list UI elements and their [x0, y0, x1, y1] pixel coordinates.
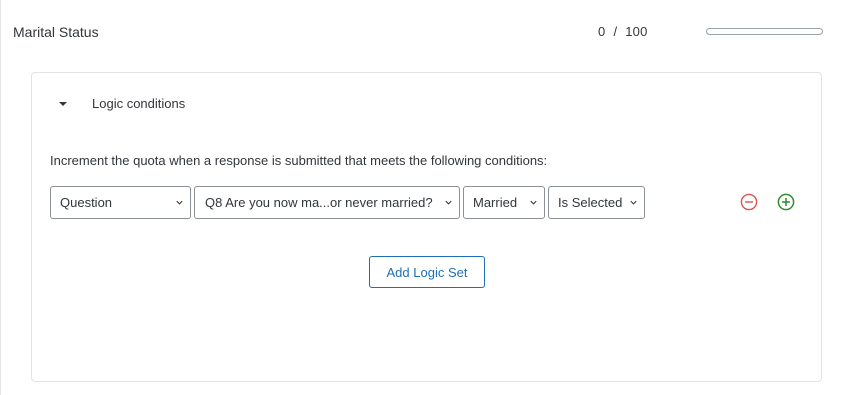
condition-question-select[interactable]: Q8 Are you now ma...or never married? [194, 186, 460, 219]
quota-card: Marital Status 0 / 100 Logic conditions In… [0, 0, 850, 395]
condition-operator-select[interactable]: Is Selected [548, 186, 645, 219]
quota-progress-bar [706, 28, 823, 35]
logic-conditions-panel: Logic conditions Increment the quota whe… [31, 72, 822, 382]
logic-conditions-heading[interactable]: Logic conditions [92, 96, 185, 111]
chevron-down-icon [445, 200, 452, 205]
caret-down-icon[interactable] [59, 102, 67, 106]
chevron-down-icon [630, 200, 637, 205]
condition-question-value: Q8 Are you now ma...or never married? [205, 195, 433, 210]
logic-description: Increment the quota when a response is s… [50, 153, 548, 168]
quota-separator: / [613, 24, 618, 39]
condition-type-value: Question [60, 195, 113, 210]
quota-name: Marital Status [13, 24, 99, 40]
condition-type-select[interactable]: Question [50, 186, 191, 219]
condition-choice-select[interactable]: Married [463, 186, 545, 219]
quota-current: 0 [598, 24, 606, 39]
chevron-down-icon [530, 200, 537, 205]
add-logic-set-button[interactable]: Add Logic Set [369, 256, 485, 288]
minus-circle-icon[interactable] [740, 193, 758, 211]
quota-count: 0 / 100 [598, 24, 648, 39]
quota-total: 100 [625, 24, 648, 39]
condition-choice-value: Married [473, 195, 518, 210]
condition-operator-value: Is Selected [558, 195, 623, 210]
plus-circle-icon[interactable] [777, 193, 795, 211]
chevron-down-icon [176, 200, 183, 205]
